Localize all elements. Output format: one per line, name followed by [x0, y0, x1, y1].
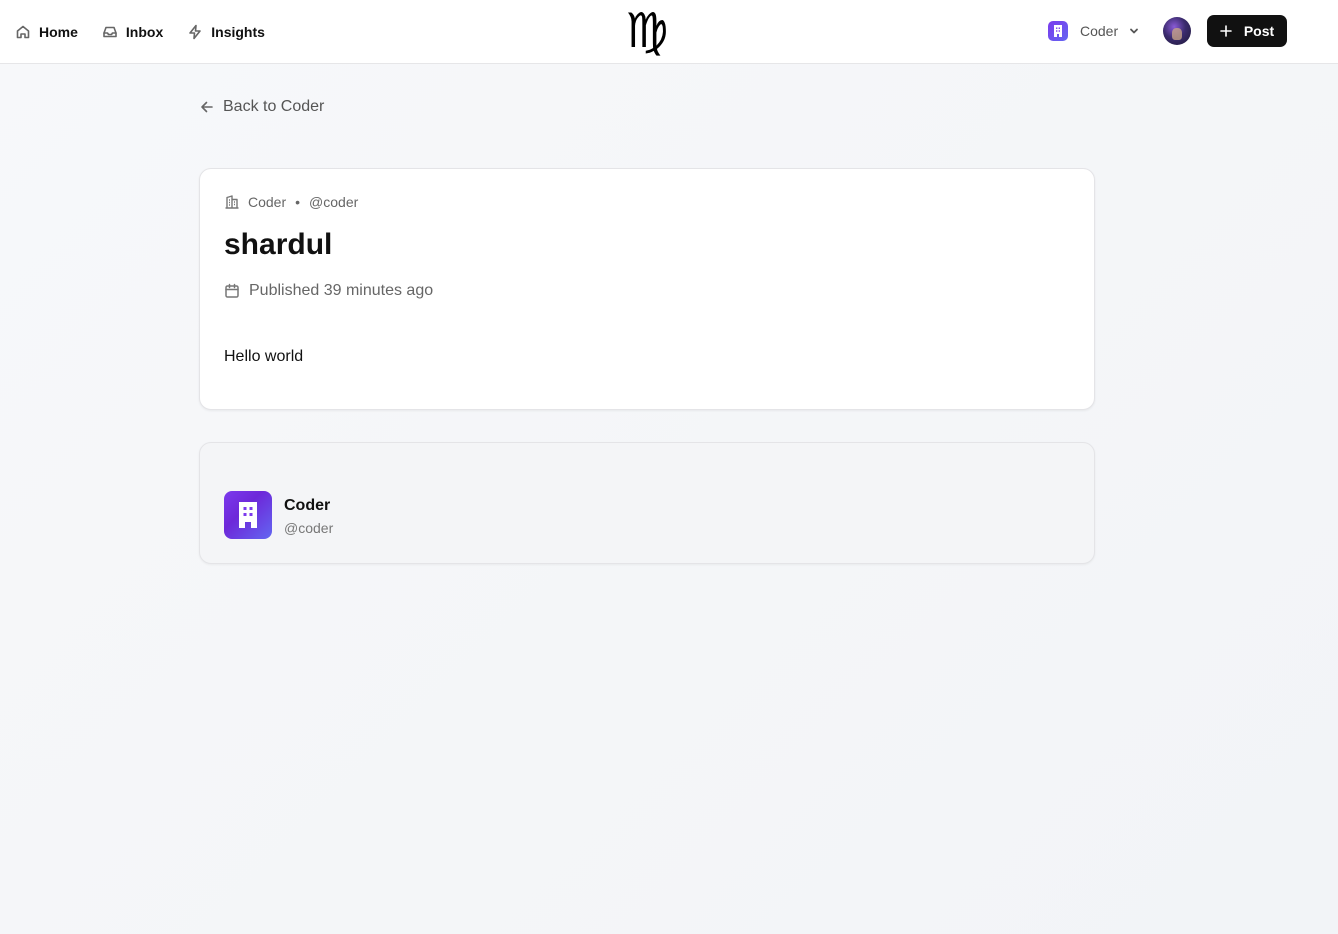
workspace-name: Coder [1080, 23, 1119, 39]
chevron-down-icon [1130, 28, 1139, 34]
nav-item-inbox[interactable]: Inbox [102, 24, 163, 40]
post-button-label: Post [1243, 23, 1275, 39]
post-published: Published 39 minutes ago [224, 282, 433, 300]
nav-item-label: Insights [211, 23, 265, 40]
published-text: Published 39 minutes ago [249, 282, 434, 299]
building-icon [1054, 25, 1062, 37]
post-meta: Coder • @coder [224, 194, 358, 210]
building-icon [239, 502, 257, 528]
nav-item-home[interactable]: Home [15, 24, 78, 40]
nav-item-label: Home [39, 23, 78, 40]
back-link-label: Back to Coder [223, 98, 325, 115]
post-org-name[interactable]: Coder [248, 194, 286, 210]
home-icon [16, 25, 30, 38]
inbox-icon [103, 26, 117, 37]
lightning-icon [189, 24, 202, 39]
post-body: Hello world [224, 348, 304, 365]
nav-item-insights[interactable]: Insights [187, 24, 265, 40]
post-title: shardul [224, 228, 333, 261]
avatar[interactable] [1163, 17, 1191, 45]
workspace-badge [1048, 21, 1068, 41]
workspace-switcher[interactable]: Coder [1048, 21, 1140, 41]
calendar-icon [225, 283, 239, 298]
plus-icon [1220, 25, 1232, 37]
author-handle: @coder [284, 520, 334, 536]
author-card: Coder @coder [199, 442, 1095, 564]
post-card: Coder • @coder shardul Published 39 minu… [199, 168, 1095, 410]
post-org-handle[interactable]: @coder [309, 194, 358, 210]
top-bar: Home Inbox Insights ♍ Coder Post [0, 0, 1338, 64]
virgo-logo-icon: ♍ [625, 3, 669, 59]
app-logo[interactable]: ♍ [619, 4, 675, 58]
arrow-left-icon [201, 101, 213, 113]
author-name[interactable]: Coder [284, 497, 330, 515]
back-link[interactable]: Back to Coder [200, 98, 324, 116]
main-nav: Home Inbox Insights [15, 0, 289, 63]
author-logo[interactable] [224, 491, 272, 539]
post-button[interactable]: Post [1207, 15, 1287, 47]
building-icon [225, 195, 239, 209]
meta-separator: • [295, 194, 301, 210]
nav-item-label: Inbox [125, 23, 164, 40]
